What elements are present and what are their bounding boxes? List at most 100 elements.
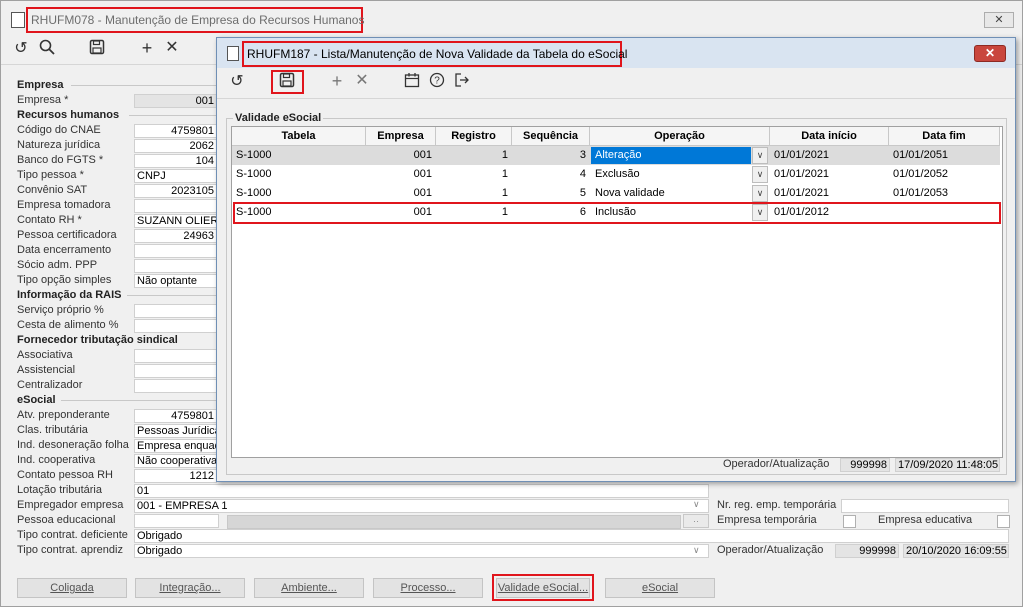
- cell-operacao-select[interactable]: Exclusão: [591, 165, 751, 184]
- processo-button[interactable]: Processo...: [373, 578, 483, 598]
- clas-select[interactable]: Pessoas Jurídica: [134, 424, 217, 438]
- fgts-label: Banco do FGTS *: [17, 154, 104, 166]
- atv-field[interactable]: 4759801: [134, 409, 217, 423]
- column-header[interactable]: Data início: [770, 127, 889, 146]
- emp-edu-label: Empresa educativa: [878, 514, 973, 526]
- toolbar-divider: [217, 98, 1015, 99]
- cnae-field[interactable]: 4759801: [134, 124, 217, 138]
- encerramento-field[interactable]: [134, 244, 217, 258]
- svg-text:?: ?: [434, 76, 440, 87]
- column-header[interactable]: Registro: [436, 127, 512, 146]
- empresa-field[interactable]: 001: [134, 94, 217, 108]
- opcao-simples-select[interactable]: Não optante: [134, 274, 217, 288]
- calendar-icon[interactable]: [402, 72, 422, 92]
- dialog-title: RHUFM187 - Lista/Manutenção de Nova Vali…: [247, 47, 628, 61]
- column-header[interactable]: Tabela: [232, 127, 366, 146]
- contato-pessoa-field[interactable]: 1212: [134, 469, 217, 483]
- dialog-atualizacao-field: 17/09/2020 11:48:05: [895, 458, 1000, 472]
- educacional-field[interactable]: [134, 514, 219, 528]
- section-divider: [71, 85, 217, 86]
- integracao-button[interactable]: Integração...: [135, 578, 245, 598]
- certificadora-field[interactable]: 24963: [134, 229, 217, 243]
- ambiente-button[interactable]: Ambiente...: [254, 578, 364, 598]
- associativa-label: Associativa: [17, 349, 73, 361]
- cooperativa-label: Ind. cooperativa: [17, 454, 96, 466]
- chevron-down-icon[interactable]: ∨: [752, 204, 768, 221]
- cell-registro: 1: [501, 206, 508, 218]
- delete-icon[interactable]: ✕: [352, 71, 372, 91]
- exit-icon[interactable]: [452, 72, 472, 92]
- save-icon[interactable]: [87, 39, 107, 59]
- educacional-description: [227, 515, 681, 529]
- fgts-field[interactable]: 104: [134, 154, 217, 168]
- chevron-down-icon[interactable]: ∨: [693, 545, 700, 556]
- cell-inicio[interactable]: 01/01/2012: [770, 203, 889, 222]
- validade-button-highlight: [492, 574, 594, 601]
- cell-operacao-select[interactable]: Nova validade: [591, 184, 751, 203]
- cell-fim: 01/01/2052: [893, 168, 949, 180]
- contato-rh-field[interactable]: SUZANN OLIER D: [134, 214, 217, 228]
- cooperativa-select[interactable]: Não cooperativa: [134, 454, 217, 468]
- cnae-label: Código do CNAE: [17, 124, 101, 136]
- column-header[interactable]: Operação: [590, 127, 770, 146]
- delete-icon[interactable]: ✕: [162, 38, 182, 58]
- tomadora-field[interactable]: [134, 199, 217, 213]
- cell-empresa: 001: [413, 149, 432, 161]
- atualizacao-field: 20/10/2020 16:09:55: [903, 544, 1009, 558]
- emp-edu-checkbox[interactable]: [997, 515, 1010, 528]
- convenio-field[interactable]: 2023105: [134, 184, 217, 198]
- socio-field[interactable]: [134, 259, 217, 273]
- lotacao-field[interactable]: 01: [134, 484, 709, 498]
- chevron-down-icon[interactable]: ∨: [752, 147, 768, 164]
- assistencial-field[interactable]: [134, 364, 217, 378]
- lookup-button[interactable]: ··: [683, 514, 709, 528]
- group-label: Validade eSocial: [233, 112, 324, 124]
- cell-sequencia: 6: [579, 206, 586, 218]
- main-title-bar: RHUFM078 - Manutenção de Empresa do Recu…: [1, 1, 1022, 37]
- centralizador-field[interactable]: [134, 379, 217, 393]
- contato-pessoa-label: Contato pessoa RH: [17, 469, 113, 481]
- cell-registro: 1: [501, 149, 508, 161]
- refresh-icon[interactable]: ↺: [11, 39, 31, 59]
- cell-tabela: S-1000: [236, 187, 272, 199]
- deficiente-select[interactable]: Obrigado: [134, 529, 1009, 543]
- empresa-label: Empresa *: [17, 94, 69, 106]
- coligada-button[interactable]: Coligada: [17, 578, 127, 598]
- cell-operacao-select[interactable]: Inclusão: [591, 203, 751, 222]
- add-icon[interactable]: +: [327, 71, 347, 91]
- aprendiz-label: Tipo contrat. aprendiz: [17, 544, 123, 556]
- search-icon[interactable]: [37, 39, 57, 59]
- help-icon[interactable]: ?: [427, 72, 447, 92]
- certificadora-label: Pessoa certificadora: [17, 229, 117, 241]
- natureza-field[interactable]: 2062: [134, 139, 217, 153]
- empregador-select[interactable]: 001 - EMPRESA 1: [134, 499, 709, 513]
- chevron-down-icon[interactable]: ∨: [752, 166, 768, 183]
- main-close-button[interactable]: ✕: [984, 12, 1014, 28]
- cell-tabela: S-1000: [236, 168, 272, 180]
- chevron-down-icon[interactable]: ∨: [693, 499, 700, 510]
- cesta-field[interactable]: [134, 319, 217, 333]
- servico-field[interactable]: [134, 304, 217, 318]
- cell-sequencia: 4: [579, 168, 586, 180]
- save-icon[interactable]: [277, 72, 297, 92]
- column-header[interactable]: Data fim: [889, 127, 1000, 146]
- aprendiz-select[interactable]: Obrigado: [134, 544, 709, 558]
- nr-reg-field[interactable]: [841, 499, 1009, 513]
- column-header[interactable]: Sequência: [512, 127, 590, 146]
- add-icon[interactable]: +: [137, 38, 157, 58]
- cell-operacao-select[interactable]: Alteração: [591, 147, 751, 164]
- cell-fim[interactable]: [889, 203, 1000, 222]
- section-divider: [61, 400, 217, 401]
- emp-temp-checkbox[interactable]: [843, 515, 856, 528]
- chevron-down-icon[interactable]: ∨: [752, 185, 768, 202]
- column-header[interactable]: Empresa: [366, 127, 436, 146]
- associativa-field[interactable]: [134, 349, 217, 363]
- dialog-title-bar: RHUFM187 - Lista/Manutenção de Nova Vali…: [217, 38, 1015, 68]
- refresh-icon[interactable]: ↺: [227, 72, 247, 92]
- dialog-close-button[interactable]: ✕: [974, 45, 1006, 62]
- desoneracao-select[interactable]: Empresa enquad: [134, 439, 217, 453]
- tipo-pessoa-select[interactable]: CNPJ: [134, 169, 217, 183]
- esocial-button[interactable]: eSocial: [605, 578, 715, 598]
- validade-dialog: RHUFM187 - Lista/Manutenção de Nova Vali…: [216, 37, 1016, 482]
- section-fornecedor: Fornecedor tributação sindical: [17, 334, 178, 346]
